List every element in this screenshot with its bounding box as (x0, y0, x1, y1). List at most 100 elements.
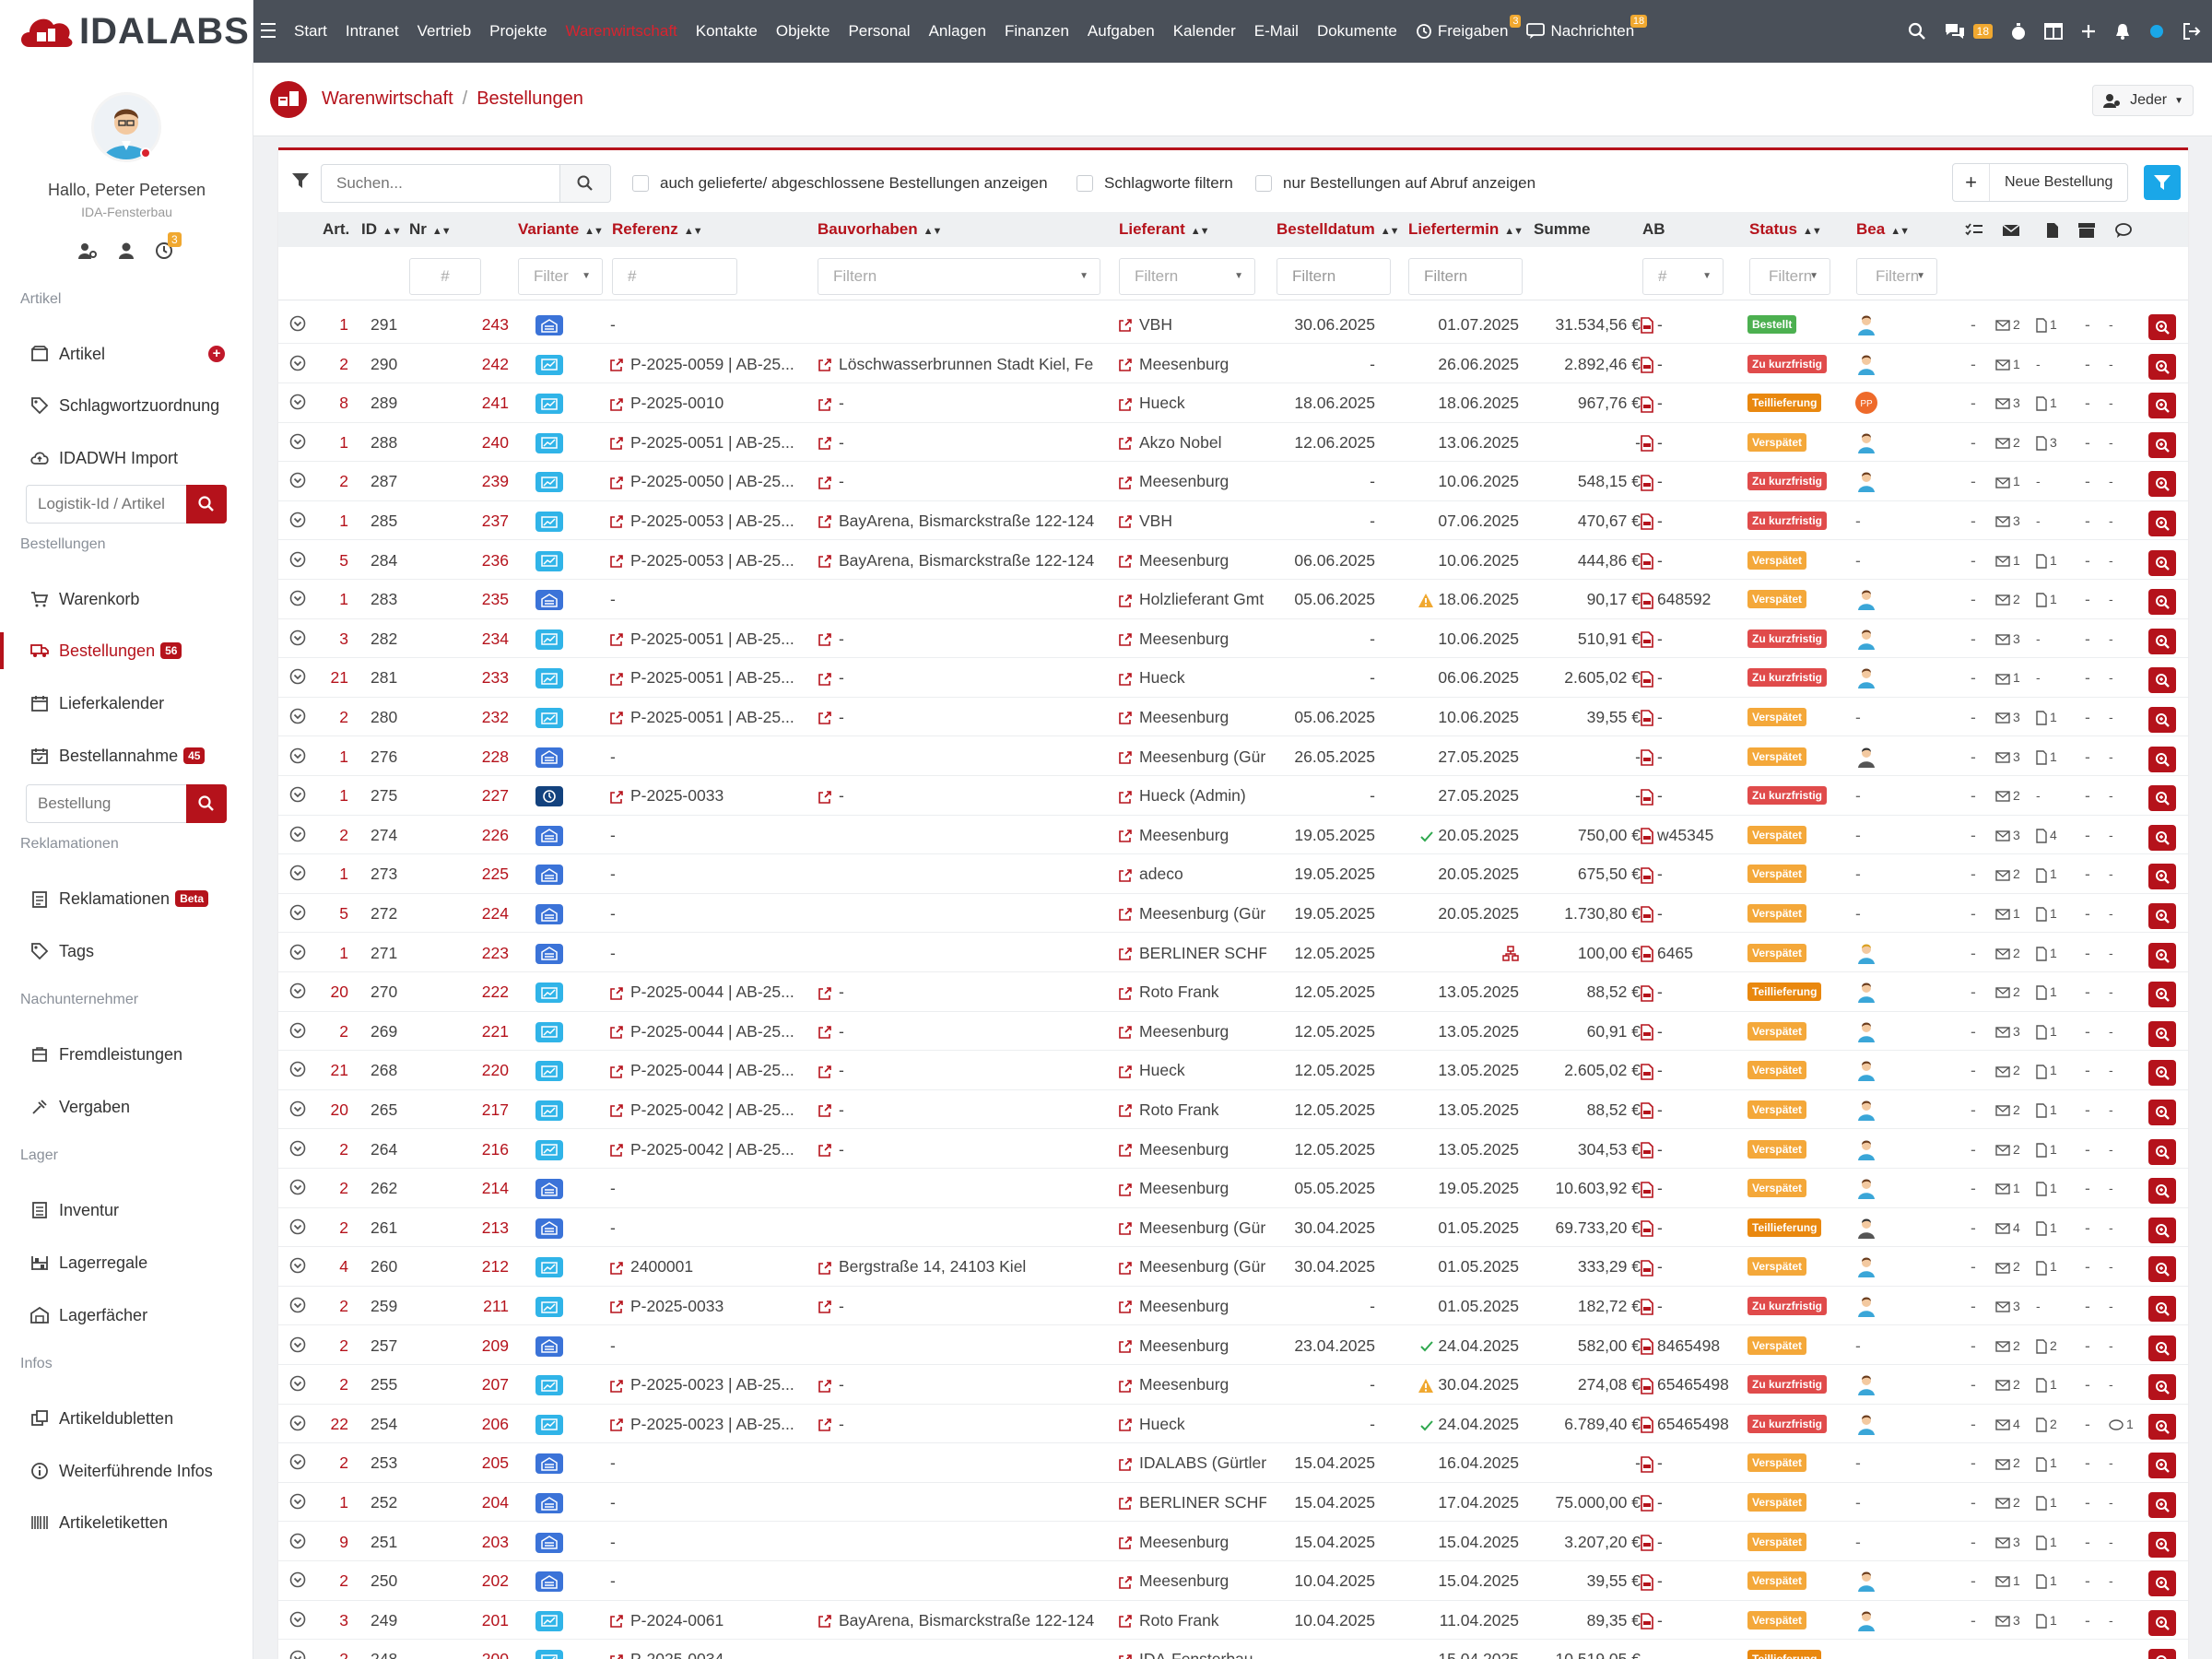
cell-nr[interactable]: 205 (461, 1443, 509, 1482)
sidebar-item-lagerregale[interactable]: Lagerregale (29, 1244, 241, 1281)
cell-doc-count[interactable]: 1 (2036, 972, 2071, 1011)
stopwatch-icon[interactable] (2010, 22, 2027, 41)
cell-lieferant[interactable]: Meesenburg (1119, 541, 1266, 580)
cell-comment-count[interactable]: - (2109, 383, 2142, 422)
nav-projekte[interactable]: Projekte (489, 22, 547, 41)
cell-bearbeiter[interactable] (1855, 628, 1877, 650)
filter-toggle-button[interactable] (2144, 165, 2181, 200)
cell-bearbeiter[interactable] (1855, 1099, 1877, 1121)
cell-comment-count[interactable]: - (2109, 1483, 2142, 1522)
cell-bauvorhaben[interactable]: - (818, 1365, 1095, 1404)
table-row[interactable]: 1 276 228 - Meesenburg (Gür 26.05.2025 27.05.2… (278, 737, 2188, 776)
table-row[interactable]: 2 287 239 P-2025-0050 | AB-25... - Meesenburg… (278, 462, 2188, 501)
cell-art[interactable]: 2 (297, 1561, 348, 1600)
details-button[interactable] (2148, 1256, 2176, 1283)
cell-art[interactable]: 1 (297, 934, 348, 972)
cell-doc-count[interactable]: - (2036, 345, 2071, 383)
cell-mail-count[interactable]: 3 (1995, 1523, 2030, 1561)
details-button[interactable] (2148, 1609, 2176, 1636)
checkbox-show-delivered[interactable]: auch gelieferte/ abgeschlossene Bestellu… (632, 174, 1048, 193)
cell-ab[interactable]: w45345 (1641, 816, 1744, 854)
nav-finanzen[interactable]: Finanzen (1005, 22, 1069, 41)
details-button[interactable] (2148, 785, 2176, 812)
cell-ab[interactable]: - (1641, 1051, 1744, 1089)
cell-nr[interactable]: 239 (461, 462, 509, 500)
cell-lieferant[interactable]: Meesenburg (Gür (1119, 894, 1266, 933)
filter-status[interactable]: Filtern ▼ (1749, 258, 1830, 295)
table-row[interactable]: 2 290 242 P-2025-0059 | AB-25... Löschwasser… (278, 345, 2188, 383)
table-row[interactable]: 1 285 237 P-2025-0053 | AB-25... BayArena, B… (278, 501, 2188, 541)
cell-mail-count[interactable]: 3 (1995, 501, 2030, 540)
sidebar-item-fremdleistungen[interactable]: Fremdleistungen (29, 1036, 241, 1073)
details-button[interactable] (2148, 1296, 2176, 1322)
cell-mail-count[interactable]: 2 (1995, 854, 2030, 893)
cell-art[interactable]: 5 (297, 894, 348, 933)
details-button[interactable] (2148, 824, 2176, 851)
cell-lieferant[interactable]: Hueck (Admin) (1119, 776, 1266, 815)
cell-art[interactable]: 20 (297, 972, 348, 1011)
cell-bearbeiter[interactable] (1855, 1255, 1877, 1278)
col-ab[interactable]: AB (1642, 212, 1665, 247)
checkbox-box[interactable] (1077, 175, 1093, 192)
cell-comment-count[interactable]: - (2109, 1130, 2142, 1169)
cell-comment-count[interactable]: - (2109, 1601, 2142, 1640)
cell-ab[interactable]: - (1641, 1523, 1744, 1561)
cell-ab[interactable]: 65465498 (1641, 1405, 1744, 1443)
table-row[interactable]: 1 273 225 - adeco 19.05.2025 20.05.2025 675,50 … (278, 854, 2188, 894)
nav-intranet[interactable]: Intranet (346, 22, 399, 41)
cell-doc-count[interactable]: - (2036, 462, 2071, 500)
cell-mail-count[interactable]: 1 (1995, 462, 2030, 500)
cell-lieferant[interactable]: adeco (1119, 854, 1266, 893)
cell-mail-count[interactable]: 1 (1995, 658, 2030, 697)
cell-nr[interactable]: 222 (461, 972, 509, 1011)
cell-bearbeiter[interactable] (1855, 1217, 1877, 1239)
cell-nr[interactable]: 233 (461, 658, 509, 697)
table-row[interactable]: 20 265 217 P-2025-0042 | AB-25... - Roto Fran… (278, 1090, 2188, 1130)
cell-bauvorhaben[interactable]: - (818, 619, 1095, 658)
cell-lieferant[interactable]: VBH (1119, 305, 1266, 344)
cell-comment-count[interactable]: - (2109, 816, 2142, 854)
cell-referenz[interactable]: P-2025-0053 | AB-25... (610, 541, 809, 580)
cell-referenz[interactable]: P-2024-0061 (610, 1601, 809, 1640)
history-button[interactable]: 3 (155, 232, 182, 260)
cell-referenz[interactable]: P-2025-0023 | AB-25... (610, 1405, 809, 1443)
cell-referenz[interactable]: P-2025-0050 | AB-25... (610, 462, 809, 500)
sidebar-item-lagerf-cher[interactable]: Lagerfächer (29, 1297, 241, 1334)
cell-nr[interactable]: 202 (461, 1561, 509, 1600)
cell-lieferant[interactable]: IDA-Fensterbau (1119, 1640, 1266, 1659)
cell-art[interactable]: 2 (297, 1365, 348, 1404)
cell-nr[interactable]: 203 (461, 1523, 509, 1561)
cell-ab[interactable]: - (1641, 776, 1744, 815)
cell-bauvorhaben[interactable]: - (818, 423, 1095, 462)
cell-comment-count[interactable]: - (2109, 737, 2142, 776)
breadcrumb-warenwirtschaft[interactable]: Warenwirtschaft (322, 88, 453, 110)
details-button[interactable] (2148, 314, 2176, 340)
checkbox-box[interactable] (1255, 175, 1272, 192)
cell-lieferant[interactable]: Meesenburg (Gür (1119, 1247, 1266, 1286)
cell-doc-count[interactable]: 1 (2036, 1090, 2071, 1129)
cell-ab[interactable]: 8465498 (1641, 1326, 1744, 1365)
table-row[interactable]: 1 275 227 P-2025-0033 - Hueck (Admin) - 27.05.2… (278, 776, 2188, 816)
details-button[interactable] (2148, 1571, 2176, 1597)
cell-mail-count[interactable]: 3 (1995, 619, 2030, 658)
cell-doc-count[interactable]: 1 (2036, 580, 2071, 618)
plus-icon[interactable] (2080, 23, 2097, 40)
nav-warenwirtschaft[interactable]: Warenwirtschaft (566, 22, 677, 41)
cell-art[interactable]: 2 (297, 1169, 348, 1207)
cell-doc-count[interactable]: 1 (2036, 1443, 2071, 1482)
sidebar-item-warenkorb[interactable]: Warenkorb (29, 581, 241, 618)
cell-mail-count[interactable]: 2 (1995, 1247, 2030, 1286)
checkbox-on-call-only[interactable]: nur Bestellungen auf Abruf anzeigen (1255, 174, 1535, 193)
cell-lieferant[interactable]: Meesenburg (1119, 1523, 1266, 1561)
cell-art[interactable]: 9 (297, 1523, 348, 1561)
cell-nr[interactable]: 242 (461, 345, 509, 383)
cell-art[interactable]: 22 (297, 1405, 348, 1443)
cell-comment-count[interactable]: - (2109, 619, 2142, 658)
cell-comment-count[interactable]: - (2109, 501, 2142, 540)
cell-mail-count[interactable]: 3 (1995, 816, 2030, 854)
cell-bearbeiter[interactable] (1855, 746, 1877, 768)
cell-ab[interactable]: - (1641, 1443, 1744, 1482)
cell-art[interactable]: 1 (297, 854, 348, 893)
cell-bauvorhaben[interactable]: - (818, 1405, 1095, 1443)
cell-referenz[interactable]: P-2025-0051 | AB-25... (610, 423, 809, 462)
